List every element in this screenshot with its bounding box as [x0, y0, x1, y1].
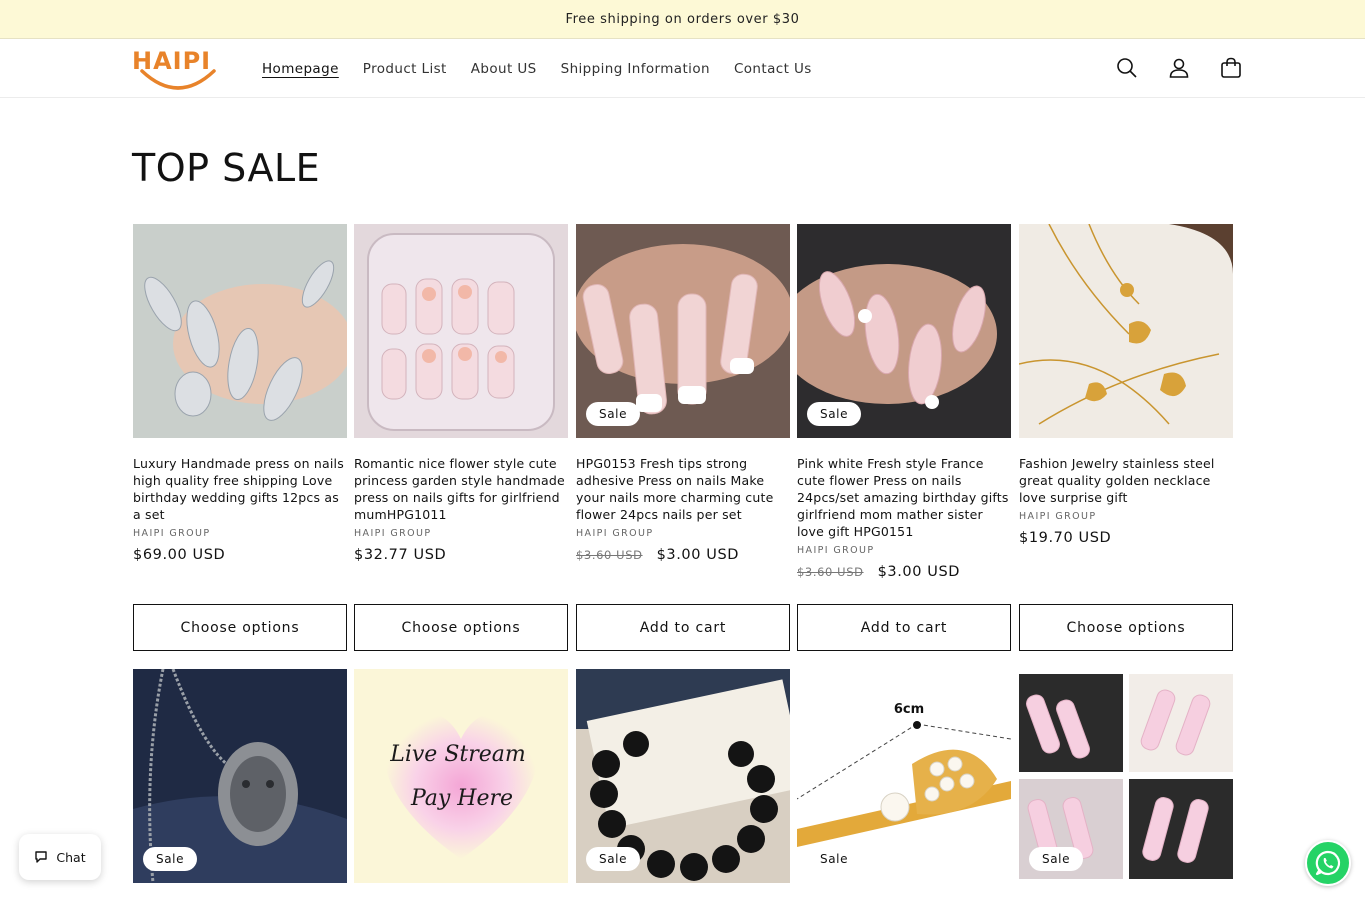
product-price: $3.60 USD $3.00 USD — [797, 564, 1011, 580]
product-price: $3.60 USD $3.00 USD — [576, 547, 790, 563]
header-icons — [1112, 53, 1246, 83]
section-title: TOP SALE — [132, 146, 321, 190]
product-vendor: HAIPI GROUP — [576, 528, 654, 539]
sale-badge: Sale — [143, 847, 198, 871]
product-price: $69.00 USD — [133, 547, 347, 563]
product-image[interactable]: Sale — [1019, 669, 1233, 883]
current-price: $19.70 USD — [1019, 530, 1112, 546]
logo-smile-icon — [140, 69, 216, 90]
product-vendor: HAIPI GROUP — [354, 528, 432, 539]
sale-badge: Sale — [807, 847, 862, 871]
compare-at-price: $3.60 USD — [576, 548, 643, 562]
site-header: HAIPI Homepage Product List About US Shi… — [0, 39, 1365, 98]
product-image[interactable]: Sale — [576, 669, 790, 883]
product-image[interactable] — [1019, 224, 1233, 438]
product-image[interactable] — [354, 224, 568, 438]
sale-badge: Sale — [586, 847, 641, 871]
choose-options-button[interactable]: Choose options — [1019, 604, 1233, 651]
product-title[interactable]: Romantic nice flower style cute princess… — [354, 455, 568, 523]
pay-here-text: Pay Here — [410, 786, 513, 811]
add-to-cart-button[interactable]: Add to cart — [797, 604, 1011, 651]
nav-homepage[interactable]: Homepage — [262, 61, 339, 77]
choose-options-button[interactable]: Choose options — [133, 604, 347, 651]
product-price: $32.77 USD — [354, 547, 568, 563]
nav-contact-us[interactable]: Contact Us — [734, 61, 812, 77]
product-title[interactable]: Fashion Jewelry stainless steel great qu… — [1019, 455, 1233, 506]
product-card[interactable]: Romantic nice flower style cute princess… — [354, 224, 568, 563]
current-price: $69.00 USD — [133, 547, 226, 563]
current-price: $3.00 USD — [656, 547, 740, 563]
choose-options-button[interactable]: Choose options — [354, 604, 568, 651]
product-image[interactable] — [133, 224, 347, 438]
product-price: $19.70 USD — [1019, 530, 1233, 546]
add-to-cart-button[interactable]: Add to cart — [576, 604, 790, 651]
product-card[interactable]: Luxury Handmade press on nails high qual… — [133, 224, 347, 563]
chat-button[interactable]: Chat — [19, 834, 101, 880]
cart-icon[interactable] — [1216, 53, 1246, 83]
whatsapp-icon — [1315, 850, 1341, 876]
chat-bubble-icon — [35, 851, 48, 863]
product-title[interactable]: Luxury Handmade press on nails high qual… — [133, 455, 347, 523]
product-card[interactable]: Sale HPG0153 Fresh tips strong adhesive … — [576, 224, 790, 563]
announcement-text: Free shipping on orders over $30 — [565, 11, 800, 27]
account-icon[interactable] — [1164, 53, 1194, 83]
product-image[interactable]: 6cm Sale — [797, 669, 1011, 883]
product-image[interactable]: Live Stream Pay Here — [354, 669, 568, 883]
sale-badge: Sale — [807, 402, 862, 426]
logo[interactable]: HAIPI — [132, 45, 224, 91]
compare-at-price: $3.60 USD — [797, 565, 864, 579]
product-title[interactable]: HPG0153 Fresh tips strong adhesive Press… — [576, 455, 790, 523]
size-label-text: 6cm — [894, 702, 924, 717]
product-title[interactable]: Pink white Fresh style France cute flowe… — [797, 455, 1011, 540]
product-image[interactable]: Sale — [797, 224, 1011, 438]
announcement-bar: Free shipping on orders over $30 — [0, 0, 1365, 39]
product-card[interactable]: Sale Pink white Fresh style France cute … — [797, 224, 1011, 580]
current-price: $3.00 USD — [877, 564, 961, 580]
live-stream-text: Live Stream — [389, 742, 526, 767]
chat-label: Chat — [56, 849, 86, 865]
product-image[interactable]: Sale — [133, 669, 347, 883]
whatsapp-button[interactable] — [1305, 840, 1351, 886]
search-icon[interactable] — [1112, 53, 1142, 83]
product-card[interactable]: Fashion Jewelry stainless steel great qu… — [1019, 224, 1233, 546]
product-vendor: HAIPI GROUP — [133, 528, 211, 539]
main-nav: Homepage Product List About US Shipping … — [262, 39, 812, 98]
current-price: $32.77 USD — [354, 547, 447, 563]
product-vendor: HAIPI GROUP — [1019, 511, 1097, 522]
product-vendor: HAIPI GROUP — [797, 545, 875, 556]
product-image[interactable]: Sale — [576, 224, 790, 438]
nav-about-us[interactable]: About US — [471, 61, 537, 77]
sale-badge: Sale — [1029, 847, 1084, 871]
nav-product-list[interactable]: Product List — [363, 61, 447, 77]
sale-badge: Sale — [586, 402, 641, 426]
nav-shipping-information[interactable]: Shipping Information — [561, 61, 710, 77]
